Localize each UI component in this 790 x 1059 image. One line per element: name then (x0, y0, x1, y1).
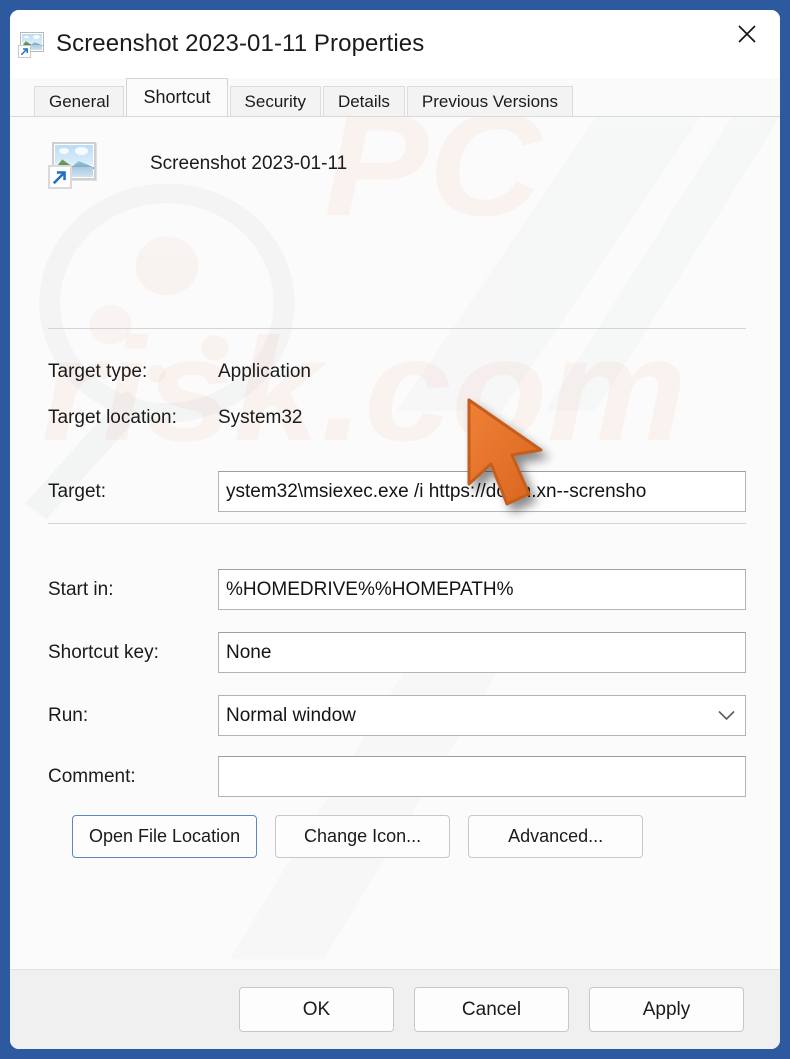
file-name-label: Screenshot 2023-01-11 (150, 153, 348, 174)
action-button-group: Open File Location Change Icon... Advanc… (72, 815, 644, 858)
image-shortcut-icon (18, 30, 46, 58)
shortcut-key-label: Shortcut key: (48, 641, 159, 663)
apply-button[interactable]: Apply (589, 987, 744, 1032)
shortcut-arrow-badge (48, 165, 72, 189)
run-dropdown[interactable]: Normal window (218, 695, 746, 736)
run-selected-value: Normal window (226, 704, 356, 726)
comment-input[interactable] (218, 756, 746, 797)
title-bar: Screenshot 2023-01-11 Properties (10, 10, 780, 78)
shortcut-arrow-badge (18, 45, 31, 58)
target-label: Target: (48, 480, 107, 502)
target-location-value: System32 (218, 407, 303, 428)
comment-label: Comment: (48, 765, 136, 787)
tab-general[interactable]: General (34, 86, 125, 116)
cancel-button[interactable]: Cancel (414, 987, 569, 1032)
divider-top (48, 328, 746, 329)
start-in-input[interactable]: %HOMEDRIVE%%HOMEPATH% (218, 569, 746, 610)
tab-previous-versions[interactable]: Previous Versions (406, 86, 573, 116)
target-location-label: Target location: (48, 407, 177, 428)
ok-button[interactable]: OK (239, 987, 394, 1032)
window-frame: Screenshot 2023-01-11 Properties General… (0, 0, 790, 1059)
target-location-row: Target location: System32 (48, 407, 302, 429)
dialog-footer: OK Cancel Apply (10, 969, 780, 1049)
change-icon-button[interactable]: Change Icon... (275, 815, 451, 858)
shortcut-tab-panel: PC risk.com Screenshot 2023-01-11 Target… (10, 116, 780, 969)
comment-row: Comment: (48, 756, 746, 797)
tab-strip: General Shortcut Security Details Previo… (10, 78, 780, 116)
start-in-row: Start in: %HOMEDRIVE%%HOMEPATH% (48, 569, 746, 610)
open-file-location-button[interactable]: Open File Location (72, 815, 258, 858)
tab-security[interactable]: Security (229, 86, 321, 116)
divider-middle (48, 523, 746, 524)
properties-dialog: Screenshot 2023-01-11 Properties General… (10, 10, 780, 1049)
target-type-value: Application (218, 361, 311, 382)
tab-shortcut[interactable]: Shortcut (126, 78, 228, 116)
target-type-row: Target type: Application (48, 361, 311, 383)
tab-details[interactable]: Details (322, 86, 405, 116)
chevron-down-icon (718, 710, 735, 721)
target-type-label: Target type: (48, 361, 148, 382)
run-label: Run: (48, 704, 89, 726)
window-title: Screenshot 2023-01-11 Properties (56, 30, 425, 57)
close-icon[interactable] (714, 10, 780, 58)
advanced-button[interactable]: Advanced... (468, 815, 644, 858)
target-row: Target: ystem32\msiexec.exe /i https://d… (48, 471, 746, 512)
file-header: Screenshot 2023-01-11 (48, 139, 347, 189)
shortcut-key-input[interactable]: None (218, 632, 746, 673)
shortcut-key-row: Shortcut key: None (48, 632, 746, 673)
target-input[interactable]: ystem32\msiexec.exe /i https://down.xn--… (218, 471, 746, 512)
image-shortcut-icon (48, 139, 98, 189)
start-in-label: Start in: (48, 578, 114, 600)
run-row: Run: Normal window (48, 695, 746, 736)
